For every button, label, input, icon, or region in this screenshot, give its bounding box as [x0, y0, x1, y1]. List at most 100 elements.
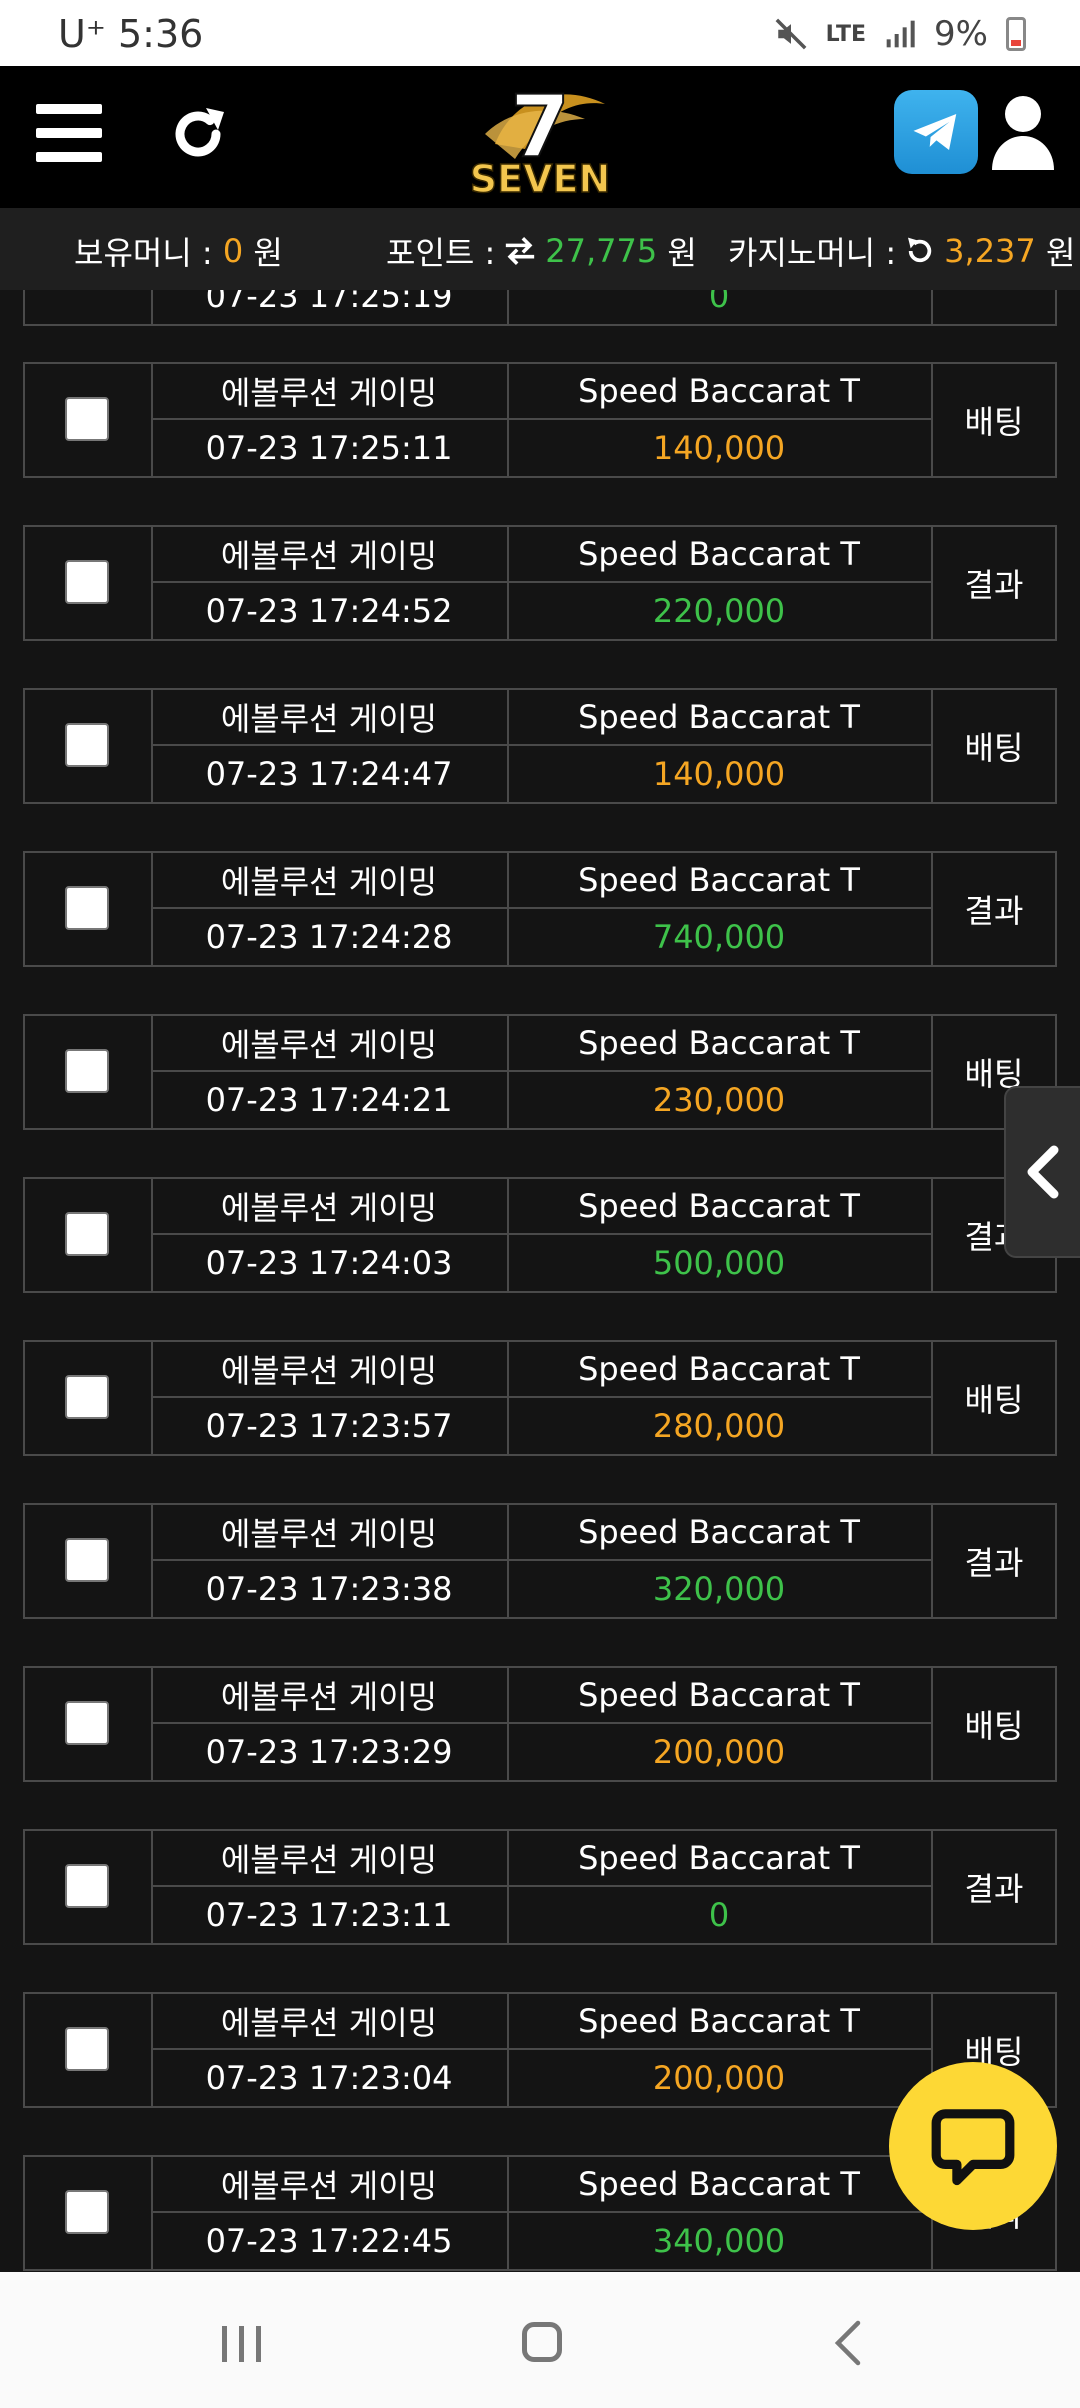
checkbox-cell	[25, 1668, 153, 1780]
transaction-list[interactable]: 07-23 17:25:19 0 에볼루션 게이밍 07-23 17:25:11 S…	[0, 290, 1080, 2272]
row-checkbox[interactable]	[65, 1375, 109, 1419]
chat-button[interactable]	[889, 2062, 1057, 2230]
row-game: Speed Baccarat T	[507, 1831, 931, 1887]
row-time: 07-23 17:23:29	[205, 1733, 453, 1771]
holding-money: 보유머니 : 0 원	[74, 232, 283, 272]
row-checkbox[interactable]	[65, 886, 109, 930]
checkbox-cell	[25, 1342, 153, 1454]
row-amount: 200,000	[652, 2059, 786, 2097]
row-game: Speed Baccarat T	[507, 1994, 931, 2050]
row-amount: 320,000	[652, 1570, 786, 1608]
casino-money[interactable]: 카지노머니 : 3,237 원	[728, 228, 1075, 274]
recents-icon[interactable]	[220, 2324, 264, 2364]
system-nav-bar	[0, 2272, 1080, 2408]
row-game: Speed Baccarat T	[507, 2157, 931, 2213]
checkbox-cell	[25, 1994, 153, 2106]
row-provider: 에볼루션 게이밍	[151, 1179, 507, 1235]
checkbox-cell	[25, 527, 153, 639]
row-type: 결과	[964, 566, 1024, 604]
row-amount: 280,000	[652, 1407, 786, 1445]
signal-icon	[886, 20, 915, 48]
row-game: Speed Baccarat T	[507, 1179, 931, 1235]
row-type: 결과	[964, 892, 1024, 930]
checkbox-cell	[25, 1016, 153, 1128]
row-checkbox[interactable]	[65, 1538, 109, 1582]
row-provider: 에볼루션 게이밍	[151, 1994, 507, 2050]
row-amount: 500,000	[652, 1244, 786, 1282]
checkbox-cell	[25, 290, 153, 324]
row-provider: 에볼루션 게이밍	[151, 853, 507, 909]
row-checkbox[interactable]	[65, 397, 109, 441]
checkbox-cell	[25, 1179, 153, 1291]
row-checkbox[interactable]	[65, 2190, 109, 2234]
chat-icon	[931, 2109, 1015, 2186]
row-amount: 0	[708, 290, 730, 315]
row-provider: 에볼루션 게이밍	[151, 527, 507, 583]
row-provider: 에볼루션 게이밍	[151, 1342, 507, 1398]
seven-logo[interactable]: 7 SEVEN	[455, 74, 625, 202]
row-amount: 200,000	[652, 1733, 786, 1771]
row-checkbox[interactable]	[65, 2027, 109, 2071]
chevron-left-icon	[1027, 1145, 1059, 1199]
network-type: LTE	[825, 21, 867, 47]
row-provider: 에볼루션 게이밍	[151, 690, 507, 746]
checkbox-cell	[25, 2157, 153, 2269]
table-row: 에볼루션 게이밍 07-23 17:23:04 Speed Baccarat T 20…	[23, 1992, 1057, 2108]
row-amount: 220,000	[652, 592, 786, 630]
money-summary-bar: 보유머니 : 0 원 포인트 : 27,775 원 카지노머니 : 3,237 …	[0, 208, 1080, 290]
row-game: Speed Baccarat T	[507, 527, 931, 583]
row-provider: 에볼루션 게이밍	[151, 1016, 507, 1072]
points[interactable]: 포인트 : 27,775 원	[386, 228, 697, 274]
row-provider: 에볼루션 게이밍	[151, 1668, 507, 1724]
row-time: 07-23 17:22:45	[205, 2222, 453, 2260]
row-provider: 에볼루션 게이밍	[151, 364, 507, 420]
row-time: 07-23 17:23:11	[205, 1896, 453, 1934]
table-row: 에볼루션 게이밍 07-23 17:25:11 Speed Baccarat T 14…	[23, 362, 1057, 478]
refresh-icon[interactable]	[166, 102, 230, 166]
checkbox-cell	[25, 853, 153, 965]
row-time: 07-23 17:23:38	[205, 1570, 453, 1608]
telegram-icon[interactable]	[894, 90, 978, 174]
table-row: 에볼루션 게이밍 07-23 17:23:38 Speed Baccarat T 32…	[23, 1503, 1057, 1619]
table-row: 에볼루션 게이밍 07-23 17:24:52 Speed Baccarat T 22…	[23, 525, 1057, 641]
row-game: Speed Baccarat T	[507, 1668, 931, 1724]
home-icon[interactable]	[522, 2322, 562, 2362]
row-provider: 에볼루션 게이밍	[151, 1831, 507, 1887]
battery-icon	[1006, 17, 1026, 51]
row-type: 배팅	[964, 403, 1024, 441]
row-time: 07-23 17:25:19	[205, 290, 453, 315]
app-header: 7 SEVEN	[0, 66, 1080, 208]
back-icon[interactable]	[832, 2320, 862, 2366]
row-game: Speed Baccarat T	[507, 1505, 931, 1561]
row-provider: 에볼루션 게이밍	[151, 2157, 507, 2213]
row-time: 07-23 17:24:03	[205, 1244, 453, 1282]
table-row: 에볼루션 게이밍 07-23 17:23:29 Speed Baccarat T 20…	[23, 1666, 1057, 1782]
table-row: 에볼루션 게이밍 07-23 17:23:57 Speed Baccarat T 28…	[23, 1340, 1057, 1456]
row-time: 07-23 17:24:28	[205, 918, 453, 956]
menu-icon[interactable]	[36, 104, 102, 162]
user-icon[interactable]	[990, 92, 1056, 172]
row-checkbox[interactable]	[65, 1049, 109, 1093]
row-checkbox[interactable]	[65, 1701, 109, 1745]
system-icons: LTE 9%	[774, 14, 1026, 54]
table-row: 에볼루션 게이밍 07-23 17:24:47 Speed Baccarat T 14…	[23, 688, 1057, 804]
mute-icon	[775, 18, 807, 50]
row-checkbox[interactable]	[65, 560, 109, 604]
row-time: 07-23 17:23:04	[205, 2059, 453, 2097]
exchange-icon[interactable]	[503, 236, 537, 266]
reload-icon[interactable]	[904, 235, 936, 267]
side-panel-toggle[interactable]	[1004, 1086, 1080, 1258]
row-type: 결과	[964, 1544, 1024, 1582]
checkbox-cell	[25, 1831, 153, 1943]
table-row: 에볼루션 게이밍 07-23 17:24:03 Speed Baccarat T 50…	[23, 1177, 1057, 1293]
status-carrier-time: U⁺ 5:36	[58, 12, 204, 56]
row-checkbox[interactable]	[65, 1212, 109, 1256]
row-time: 07-23 17:25:11	[205, 429, 453, 467]
row-checkbox[interactable]	[65, 723, 109, 767]
row-game: Speed Baccarat T	[507, 853, 931, 909]
row-checkbox[interactable]	[65, 1864, 109, 1908]
row-time: 07-23 17:24:52	[205, 592, 453, 630]
row-type: 배팅	[964, 1381, 1024, 1419]
battery-percent: 9%	[934, 14, 988, 54]
checkbox-cell	[25, 1505, 153, 1617]
